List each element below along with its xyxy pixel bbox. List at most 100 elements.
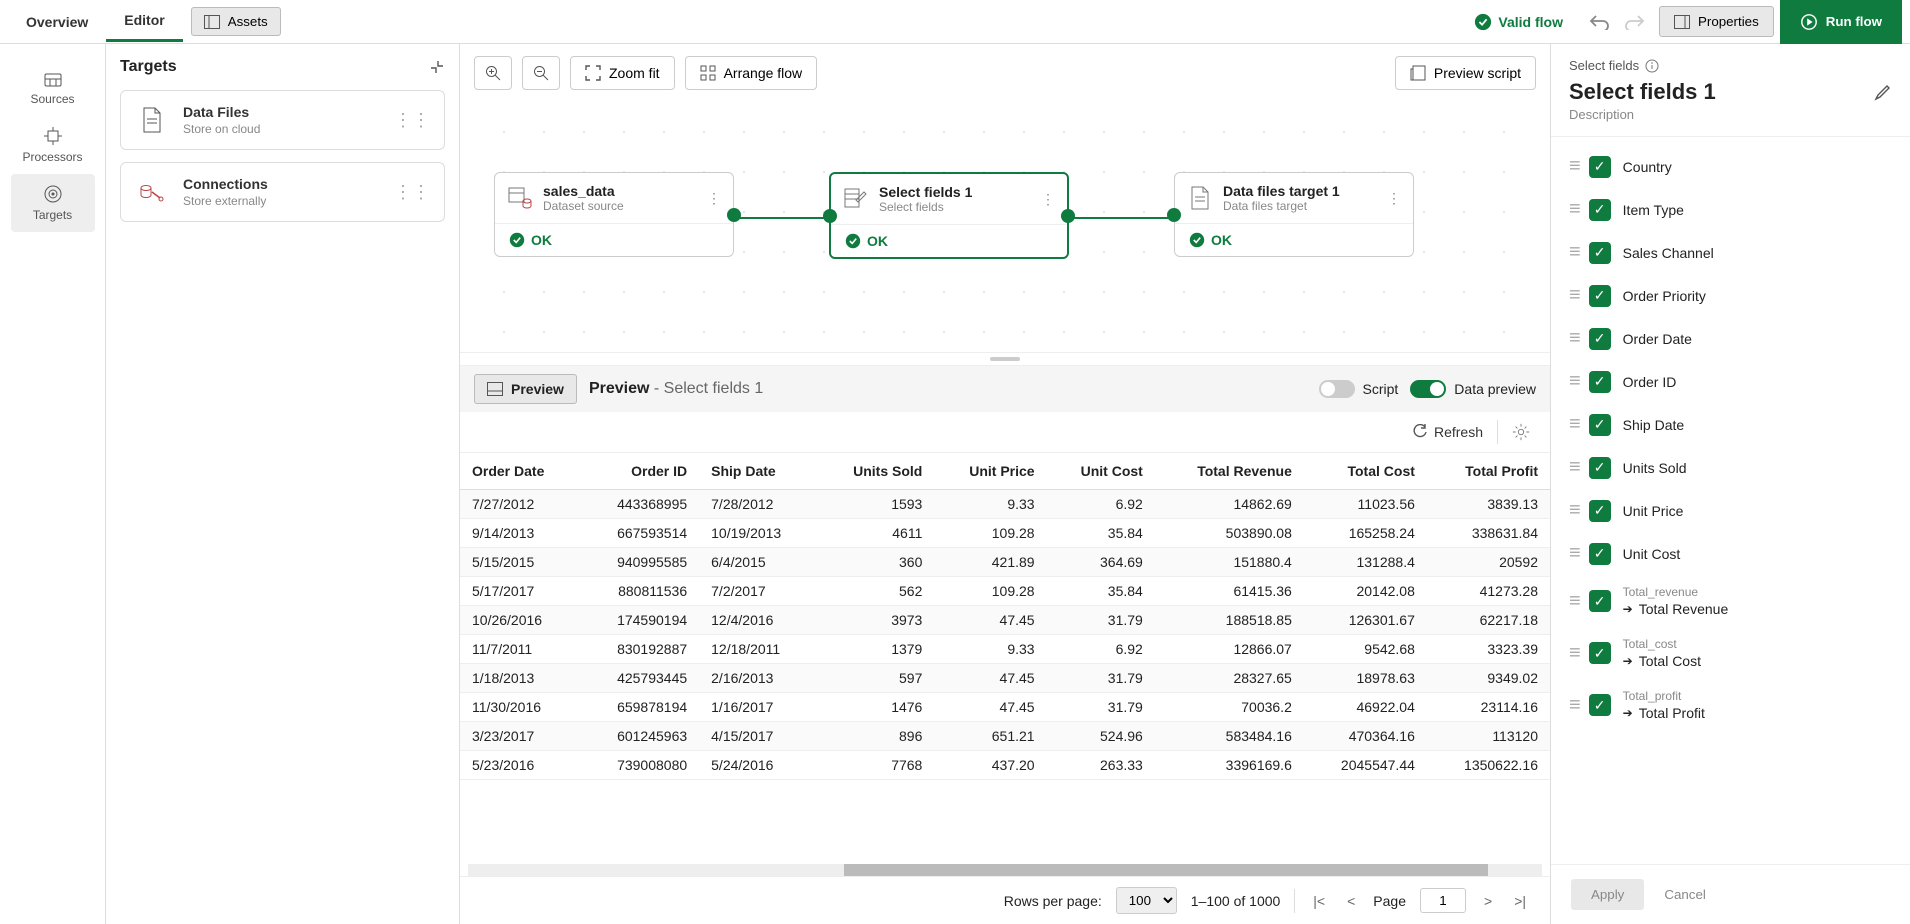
drag-handle-icon[interactable]: ≡ <box>1569 456 1577 479</box>
checkbox[interactable]: ✓ <box>1589 156 1611 178</box>
target-card-data-files[interactable]: Data Files Store on cloud ⋮⋮ <box>120 90 445 150</box>
rail-targets[interactable]: Targets <box>11 174 95 232</box>
next-page-button[interactable]: > <box>1480 889 1496 913</box>
node-data-files-target[interactable]: Data files target 1 Data files target ⋮ … <box>1174 172 1414 257</box>
input-port[interactable] <box>823 209 837 223</box>
target-card-connections[interactable]: Connections Store externally ⋮⋮ <box>120 162 445 222</box>
checkbox[interactable]: ✓ <box>1589 694 1611 716</box>
drag-handle-icon[interactable]: ≡ <box>1569 327 1577 350</box>
tab-overview[interactable]: Overview <box>8 3 106 41</box>
drag-handle-icon[interactable]: ≡ <box>1569 590 1577 613</box>
checkbox[interactable]: ✓ <box>1589 590 1611 612</box>
gear-icon[interactable] <box>1512 423 1530 441</box>
more-icon[interactable]: ⋮ <box>707 190 721 207</box>
first-page-button[interactable]: |< <box>1309 889 1329 913</box>
data-preview-toggle[interactable]: Data preview <box>1410 380 1536 398</box>
column-header[interactable]: Order Date <box>460 453 581 490</box>
field-row[interactable]: ≡✓Order ID <box>1563 360 1898 403</box>
column-header[interactable]: Ship Date <box>699 453 817 490</box>
column-header[interactable]: Total Cost <box>1304 453 1427 490</box>
checkbox[interactable]: ✓ <box>1589 199 1611 221</box>
table-row[interactable]: 1/18/20134257934452/16/201359747.4531.79… <box>460 664 1550 693</box>
node-sales-data[interactable]: sales_data Dataset source ⋮ OK <box>494 172 734 257</box>
checkbox[interactable]: ✓ <box>1589 371 1611 393</box>
drag-handle-icon[interactable]: ≡ <box>1569 499 1577 522</box>
assets-button[interactable]: Assets <box>191 7 281 36</box>
prev-page-button[interactable]: < <box>1343 889 1359 913</box>
field-row[interactable]: ≡✓Unit Cost <box>1563 532 1898 575</box>
collapse-icon[interactable] <box>429 59 445 75</box>
field-row[interactable]: ≡✓Ship Date <box>1563 403 1898 446</box>
run-flow-button[interactable]: Run flow <box>1780 0 1902 44</box>
output-port[interactable] <box>727 208 741 222</box>
page-input[interactable] <box>1420 888 1466 913</box>
drag-handle-icon[interactable]: ≡ <box>1569 694 1577 717</box>
checkbox[interactable]: ✓ <box>1589 242 1611 264</box>
rail-sources[interactable]: Sources <box>11 62 95 116</box>
rail-processors[interactable]: Processors <box>11 116 95 174</box>
last-page-button[interactable]: >| <box>1510 889 1530 913</box>
apply-button[interactable]: Apply <box>1571 879 1644 910</box>
table-row[interactable]: 7/27/20124433689957/28/201215939.336.921… <box>460 490 1550 519</box>
column-header[interactable]: Unit Cost <box>1047 453 1155 490</box>
drag-handle-icon[interactable]: ≡ <box>1569 155 1577 178</box>
column-header[interactable]: Total Profit <box>1427 453 1550 490</box>
properties-button[interactable]: Properties <box>1659 6 1774 37</box>
checkbox[interactable]: ✓ <box>1589 328 1611 350</box>
drag-handle-icon[interactable]: ⋮⋮ <box>394 111 430 129</box>
field-row[interactable]: ≡✓Order Date <box>1563 317 1898 360</box>
table-row[interactable]: 9/14/201366759351410/19/20134611109.2835… <box>460 519 1550 548</box>
redo-button[interactable] <box>1617 4 1653 40</box>
field-row[interactable]: ≡✓Unit Price <box>1563 489 1898 532</box>
preview-script-button[interactable]: Preview script <box>1395 56 1536 90</box>
checkbox[interactable]: ✓ <box>1589 500 1611 522</box>
refresh-button[interactable]: Refresh <box>1412 424 1483 440</box>
data-table[interactable]: Order DateOrder IDShip DateUnits SoldUni… <box>460 453 1550 864</box>
more-icon[interactable]: ⋮ <box>1041 191 1055 208</box>
arrange-flow-button[interactable]: Arrange flow <box>685 56 818 90</box>
resize-handle[interactable] <box>460 352 1550 366</box>
field-row[interactable]: ≡✓Country <box>1563 145 1898 188</box>
field-row[interactable]: ≡✓Total_cost➔Total Cost <box>1563 627 1898 679</box>
drag-handle-icon[interactable]: ≡ <box>1569 241 1577 264</box>
script-toggle[interactable]: Script <box>1319 380 1399 398</box>
column-header[interactable]: Unit Price <box>934 453 1046 490</box>
zoom-fit-button[interactable]: Zoom fit <box>570 56 675 90</box>
input-port[interactable] <box>1167 208 1181 222</box>
table-row[interactable]: 11/7/201183019288712/18/201113799.336.92… <box>460 635 1550 664</box>
drag-handle-icon[interactable]: ⋮⋮ <box>394 183 430 201</box>
flow-canvas[interactable]: sales_data Dataset source ⋮ OK Select fi… <box>474 102 1536 352</box>
output-port[interactable] <box>1061 209 1075 223</box>
zoom-out-button[interactable] <box>522 56 560 90</box>
drag-handle-icon[interactable]: ≡ <box>1569 642 1577 665</box>
drag-handle-icon[interactable]: ≡ <box>1569 542 1577 565</box>
table-row[interactable]: 11/30/20166598781941/16/2017147647.4531.… <box>460 693 1550 722</box>
table-row[interactable]: 5/15/20159409955856/4/2015360421.89364.6… <box>460 548 1550 577</box>
table-row[interactable]: 5/17/20178808115367/2/2017562109.2835.84… <box>460 577 1550 606</box>
drag-handle-icon[interactable]: ≡ <box>1569 284 1577 307</box>
rows-per-page-select[interactable]: 100 <box>1116 887 1177 914</box>
tab-editor[interactable]: Editor <box>106 1 182 42</box>
checkbox[interactable]: ✓ <box>1589 414 1611 436</box>
checkbox[interactable]: ✓ <box>1589 543 1611 565</box>
edit-icon[interactable] <box>1874 83 1892 101</box>
cancel-button[interactable]: Cancel <box>1664 879 1706 910</box>
zoom-in-button[interactable] <box>474 56 512 90</box>
column-header[interactable]: Units Sold <box>817 453 934 490</box>
field-row[interactable]: ≡✓Units Sold <box>1563 446 1898 489</box>
field-row[interactable]: ≡✓Item Type <box>1563 188 1898 231</box>
drag-handle-icon[interactable]: ≡ <box>1569 198 1577 221</box>
table-row[interactable]: 5/23/20167390080805/24/20167768437.20263… <box>460 751 1550 780</box>
info-icon[interactable] <box>1645 59 1659 73</box>
node-select-fields[interactable]: Select fields 1 Select fields ⋮ OK <box>829 172 1069 259</box>
checkbox[interactable]: ✓ <box>1589 285 1611 307</box>
field-row[interactable]: ≡✓Order Priority <box>1563 274 1898 317</box>
more-icon[interactable]: ⋮ <box>1387 190 1401 207</box>
checkbox[interactable]: ✓ <box>1589 457 1611 479</box>
column-header[interactable]: Total Revenue <box>1155 453 1304 490</box>
drag-handle-icon[interactable]: ≡ <box>1569 413 1577 436</box>
field-row[interactable]: ≡✓Total_revenue➔Total Revenue <box>1563 575 1898 627</box>
preview-button[interactable]: Preview <box>474 374 577 404</box>
field-row[interactable]: ≡✓Total_profit➔Total Profit <box>1563 679 1898 731</box>
table-row[interactable]: 3/23/20176012459634/15/2017896651.21524.… <box>460 722 1550 751</box>
